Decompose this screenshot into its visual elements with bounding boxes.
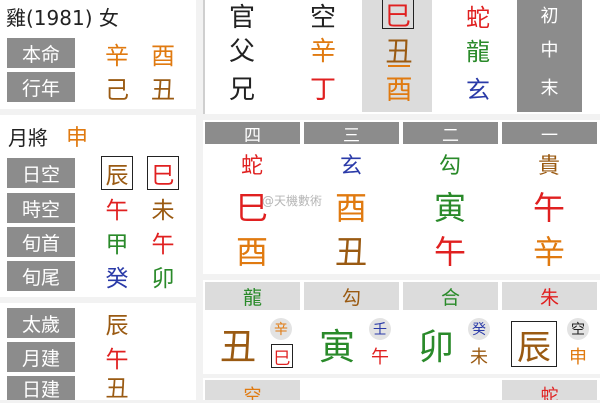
stage-final: 末: [540, 78, 559, 99]
palace-branch: 辰: [511, 321, 557, 368]
god-mark: 蛇: [540, 386, 559, 400]
passage-god-middle: 龍: [466, 37, 490, 66]
palace-branch: 卯: [417, 327, 454, 368]
hidden-stem-final: 丁: [309, 74, 336, 105]
lesson-header-3: 三: [304, 122, 399, 146]
year-move-stem: 己: [105, 75, 129, 104]
label-year-move: 行年: [7, 72, 75, 102]
watermark: @天機數術: [262, 194, 323, 208]
lesson-lower: 丑: [334, 233, 367, 271]
palace-header-partial: 空: [205, 380, 300, 400]
palace-sub: 申: [569, 347, 587, 368]
natal-stem: 辛: [105, 41, 129, 70]
stage-initial: 初: [540, 6, 559, 27]
void-mark: 空: [243, 386, 262, 400]
palace-stem-circle: 壬: [369, 318, 391, 340]
hour-void-b: 未: [151, 198, 175, 224]
label-natal: 本命: [7, 38, 75, 68]
label-day-void: 日空: [7, 158, 75, 188]
label-decade-head: 旬首: [7, 227, 75, 257]
lesson-upper: 午: [532, 189, 565, 227]
divider: [0, 297, 196, 303]
palace-stem: 癸: [472, 322, 486, 338]
lesson-header-4: 四: [205, 122, 300, 146]
label-month-build: 月建: [7, 342, 75, 372]
decade-tail-a: 癸: [105, 266, 129, 292]
palace-sub: 午: [371, 347, 389, 368]
divider: [0, 109, 196, 115]
palace-header: 龍: [205, 282, 300, 310]
palace-sub: 未: [470, 347, 488, 368]
day-void-a: 辰: [101, 156, 133, 190]
passage-middle: 丑: [385, 36, 413, 68]
palace-stem-circle: 癸: [468, 318, 490, 340]
label-hour-void: 時空: [7, 193, 75, 223]
palace-stem-circle: 辛: [270, 318, 292, 340]
lesson-upper: 寅: [433, 189, 466, 227]
natal-branch: 酉: [151, 41, 175, 70]
passage-final: 酉: [385, 74, 413, 106]
decade-tail-b: 卯: [151, 266, 175, 292]
year-general-value: 辰: [105, 313, 129, 339]
lesson-god: 貴: [537, 154, 560, 179]
stage-middle: 中: [540, 40, 559, 61]
palace-stem: 壬: [373, 322, 387, 338]
lesson-god: 勾: [438, 154, 461, 179]
relation-initial: 官: [228, 2, 255, 33]
lesson-header-1: 一: [502, 122, 597, 146]
passage-god-final: 玄: [466, 75, 490, 104]
passage-initial: 巳: [382, 0, 414, 32]
month-general-value: 申: [66, 126, 89, 151]
palace-stem: 空: [571, 322, 585, 338]
lesson-lower: 酉: [235, 233, 268, 271]
palace-sub: 巳: [271, 344, 293, 369]
decade-head-b: 午: [151, 232, 175, 258]
lesson-upper: 酉: [334, 189, 367, 227]
passage-god-initial: 蛇: [466, 3, 490, 32]
relation-middle: 父: [228, 36, 255, 67]
palace-stem-circle: 空: [567, 318, 589, 340]
lesson-lower: 午: [433, 233, 466, 271]
lesson-god: 蛇: [240, 154, 263, 179]
palace-header: 勾: [304, 282, 399, 310]
day-build-value: 丑: [105, 376, 129, 402]
lesson-lower: 辛: [532, 233, 565, 271]
page-title: 雞(1981) 女: [6, 6, 119, 30]
palace-header-partial: 蛇: [502, 380, 597, 400]
hour-void-a: 午: [105, 198, 129, 224]
lesson-header-2: 二: [403, 122, 498, 146]
palace-stem: 辛: [274, 322, 288, 338]
month-general-label: 月將: [8, 126, 48, 150]
row-divider: [203, 374, 600, 378]
palace-branch: 寅: [318, 327, 355, 368]
label-decade-tail: 旬尾: [7, 261, 75, 291]
day-void-b: 巳: [147, 156, 179, 190]
lesson-god: 玄: [339, 154, 362, 179]
divider: [203, 0, 205, 114]
year-move-branch: 丑: [151, 75, 175, 104]
palace-header: 朱: [502, 282, 597, 310]
hidden-stem-middle: 辛: [309, 36, 336, 67]
label-day-build: 日建: [7, 376, 75, 401]
label-year-general: 太歲: [7, 308, 75, 338]
decade-head-a: 甲: [105, 232, 129, 258]
palace-header: 合: [403, 282, 498, 310]
palace-branch: 丑: [219, 327, 256, 368]
relation-final: 兄: [228, 74, 255, 105]
hidden-stem-initial: 空: [309, 2, 336, 33]
